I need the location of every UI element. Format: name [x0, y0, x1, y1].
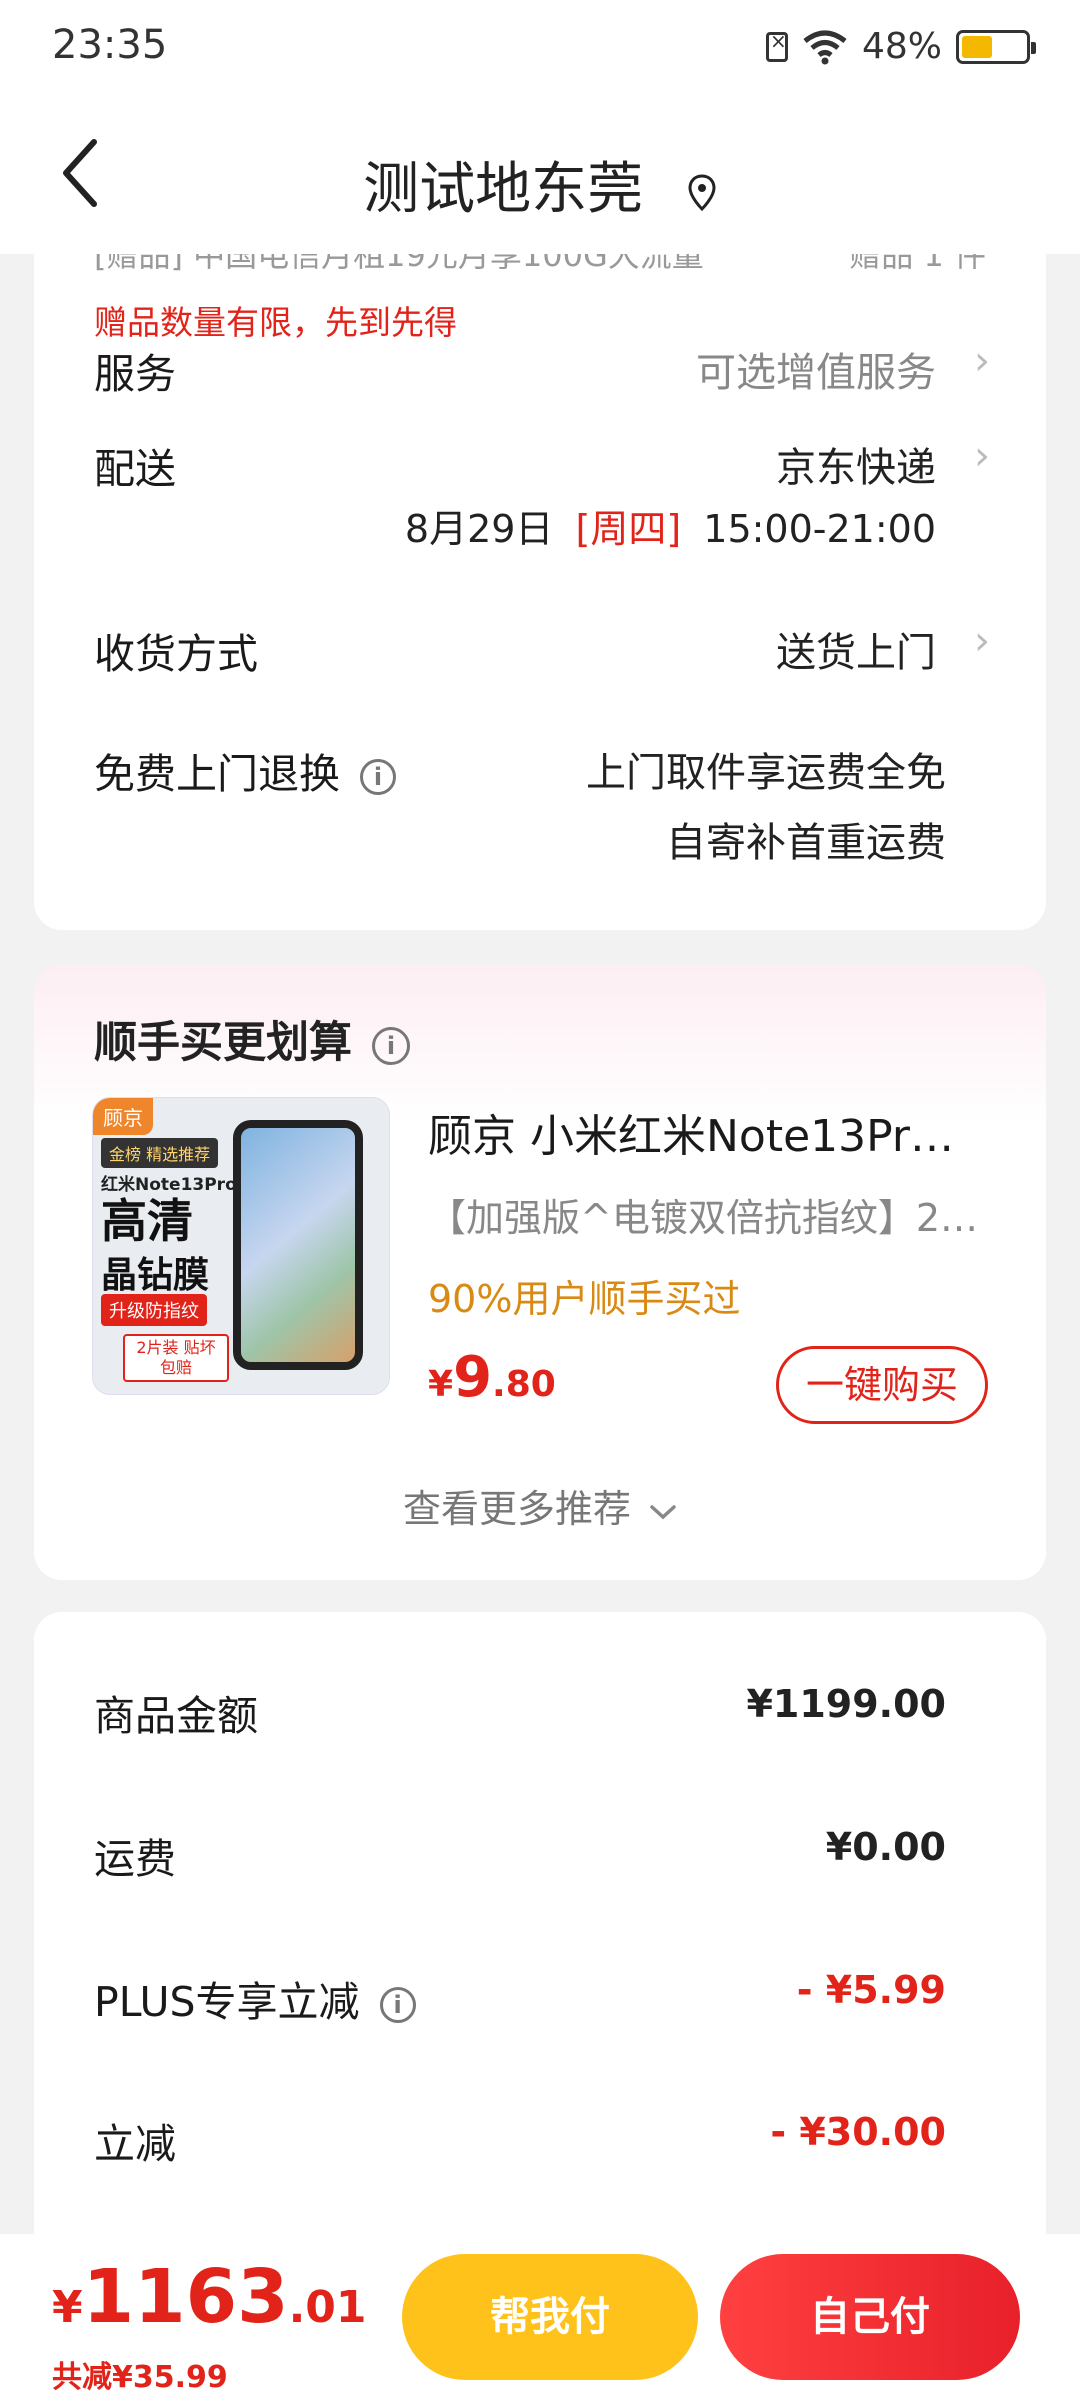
free-return-row: 免费上门退换 i 上门取件享运费全免 自寄补首重运费	[34, 735, 1046, 866]
self-pay-button[interactable]: 自己付	[720, 2254, 1020, 2380]
chevron-down-icon	[650, 1504, 676, 1519]
status-icons: 48%	[765, 26, 1036, 67]
summary-label: 立减	[94, 2120, 176, 2168]
delivery-row[interactable]: 配送 京东快递 › 8月29日 [周四] 15:00-21:00	[34, 430, 1046, 560]
delivery-time: 8月29日 [周四] 15:00-21:00	[405, 498, 936, 553]
status-bar: 23:35 48%	[0, 0, 1080, 100]
service-label: 服务	[94, 350, 176, 398]
info-icon[interactable]: i	[372, 1026, 410, 1065]
product-bought: 90%用户顺手买过	[428, 1277, 741, 1321]
total-dec: .01	[288, 2282, 367, 2333]
receive-label: 收货方式	[94, 630, 258, 678]
gift-notice: 赠品数量有限，先到先得	[94, 303, 457, 342]
checkout-bar: ¥1163.01 共减¥35.99 帮我付 自己付	[0, 2234, 1080, 2400]
service-value: 可选增值服务	[696, 350, 936, 396]
summary-value: - ¥5.99	[796, 1968, 946, 2012]
summary-value: ¥1199.00	[746, 1682, 946, 1726]
recommend-title-text: 顺手买更划算	[94, 1018, 352, 1068]
free-return-value1: 上门取件享运费全免	[586, 750, 946, 796]
summary-value: ¥0.00	[825, 1825, 946, 1869]
product-name[interactable]: 顾京 小米红米Note13Pr…	[428, 1100, 1008, 1164]
total-price: ¥1163.01	[52, 2254, 367, 2340]
total-int: 1163	[82, 2254, 289, 2340]
chevron-right-icon: ›	[974, 618, 990, 664]
summary-row: PLUS专享立减 i - ¥5.99	[34, 1968, 1046, 2038]
delivery-value: 京东快递	[776, 445, 936, 491]
more-recommend-link[interactable]: 查看更多推荐	[0, 1478, 1080, 1533]
total-currency: ¥	[52, 2282, 83, 2333]
delivery-label: 配送	[94, 445, 176, 493]
location-pin-icon	[688, 174, 716, 211]
phone-image	[233, 1120, 363, 1370]
help-pay-button[interactable]: 帮我付	[402, 2254, 698, 2380]
free-return-value2: 自寄补首重运费	[666, 820, 946, 866]
plus-label-text: PLUS专享立减	[94, 1978, 360, 2026]
chevron-right-icon: ›	[974, 338, 990, 384]
info-icon[interactable]: i	[360, 759, 396, 795]
thumb-line1: 高清	[101, 1194, 193, 1248]
summary-label: 商品金额	[94, 1692, 258, 1740]
thumb-badge: 升级防指纹	[101, 1294, 207, 1326]
summary-label: 运费	[94, 1835, 176, 1883]
thumb-model: 红米Note13Pro	[101, 1175, 237, 1195]
thumb-pack: 2片装 贴坏包赔	[123, 1334, 229, 1382]
address-title[interactable]: 测试地东莞	[0, 144, 1080, 225]
product-desc[interactable]: 【加强版^电镀双倍抗指纹】2…	[428, 1187, 1008, 1242]
more-recommend-text: 查看更多推荐	[402, 1487, 631, 1531]
top-header: 测试地东莞	[0, 100, 1080, 254]
recommend-title: 顺手买更划算 i	[94, 1008, 410, 1070]
summary-row: 运费 ¥0.00	[34, 1825, 1046, 1895]
thumb-line2: 晶钻膜	[101, 1255, 210, 1296]
status-time: 23:35	[52, 22, 168, 68]
page-title: 测试地东莞	[363, 157, 644, 222]
summary-label: PLUS专享立减 i	[94, 1968, 416, 2028]
chevron-right-icon: ›	[974, 433, 990, 479]
free-return-text: 免费上门退换	[94, 750, 340, 798]
one-click-buy-button[interactable]: 一键购买	[776, 1346, 988, 1424]
delivery-date: 8月29日	[404, 507, 554, 551]
sim-off-icon	[765, 29, 788, 62]
thumb-tag: 金榜 精选推荐	[101, 1138, 219, 1168]
price-int: 9	[453, 1345, 493, 1410]
info-icon[interactable]: i	[379, 1987, 416, 2023]
summary-row: 立减 - ¥30.00	[34, 2110, 1046, 2180]
price-currency: ¥	[428, 1364, 454, 1405]
summary-row: 商品金额 ¥1199.00	[34, 1682, 1046, 1752]
thumb-brand: 顾京	[93, 1098, 153, 1135]
free-return-label: 免费上门退换 i	[94, 740, 396, 800]
summary-value: - ¥30.00	[770, 2110, 946, 2154]
receive-value: 送货上门	[776, 630, 936, 676]
total-saved: 共减¥35.99	[52, 2360, 228, 2395]
service-row[interactable]: 服务 可选增值服务 ›	[34, 335, 1046, 405]
delivery-window: 15:00-21:00	[703, 507, 936, 551]
battery-icon	[956, 29, 1036, 64]
battery-percent: 48%	[861, 26, 942, 67]
product-price: ¥9.80	[428, 1345, 556, 1410]
wifi-icon	[803, 30, 847, 64]
price-dec: .80	[492, 1364, 556, 1405]
product-thumbnail[interactable]: 顾京 金榜 精选推荐 红米Note13Pro 高清 晶钻膜 升级防指纹 2片装 …	[92, 1097, 390, 1395]
delivery-weekday: [周四]	[575, 507, 682, 551]
receive-method-row[interactable]: 收货方式 送货上门 ›	[34, 615, 1046, 685]
